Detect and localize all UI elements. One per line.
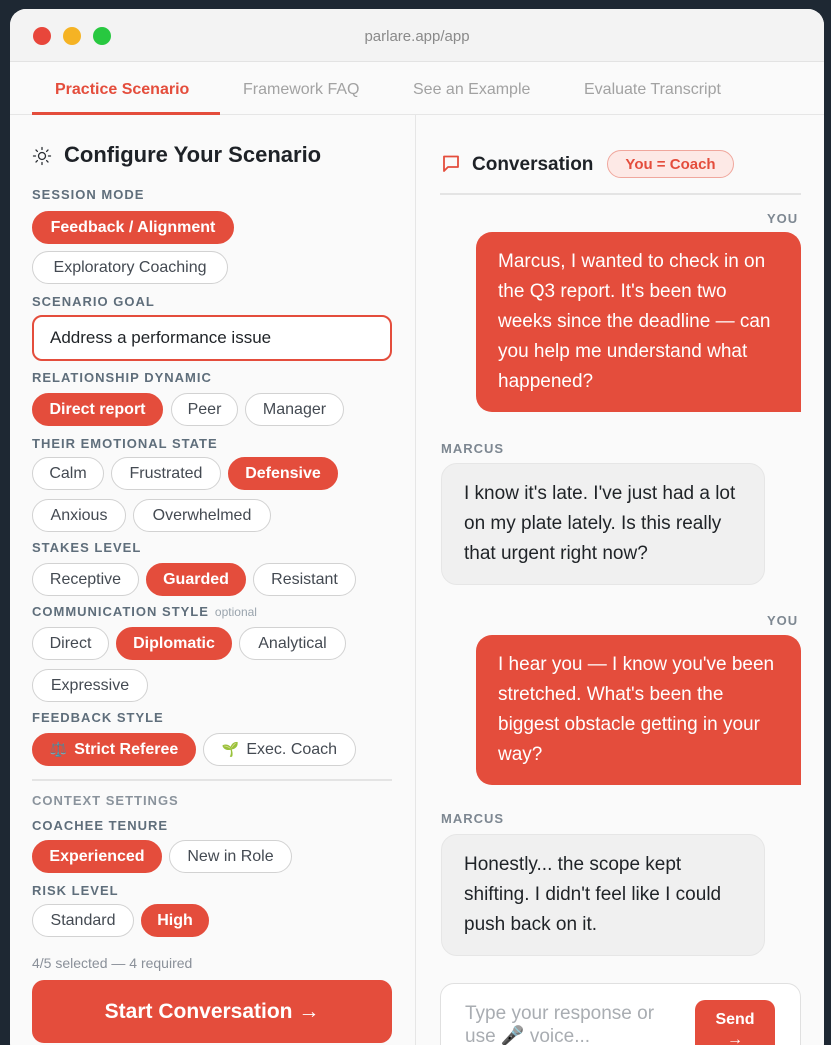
chip-guarded[interactable]: Guarded (146, 563, 246, 596)
selection-status: 4/5 selected — 4 required (32, 955, 193, 971)
communication-style-label: COMMUNICATION STYLE optional (32, 604, 257, 619)
section-divider (32, 779, 392, 781)
chip-experienced[interactable]: Experienced (32, 840, 162, 873)
optional-tag: optional (214, 605, 257, 619)
chip-frustrated[interactable]: Frustrated (111, 457, 221, 490)
speaker-label: YOU (767, 211, 799, 226)
chip-diplomatic[interactable]: Diplomatic (116, 627, 232, 660)
tab-framework-faq[interactable]: Framework FAQ (243, 81, 359, 99)
feedback-style-label: FEEDBACK STYLE (32, 710, 164, 725)
chip-calm[interactable]: Calm (32, 457, 104, 490)
chip-strict-referee-label: Strict Referee (74, 740, 179, 758)
config-title: Configure Your Scenario (64, 142, 322, 167)
send-button[interactable]: Send → (695, 1000, 775, 1045)
chip-exec-coach-label: Exec. Coach (246, 740, 338, 758)
chip-defensive[interactable]: Defensive (228, 457, 338, 490)
chip-peer[interactable]: Peer (171, 393, 238, 426)
risk-level-label: RISK LEVEL (32, 883, 119, 898)
message-bubble-other: I know it's late. I've just had a lot on… (441, 463, 765, 585)
tab-evaluate-transcript[interactable]: Evaluate Transcript (584, 81, 721, 99)
chip-standard[interactable]: Standard (32, 904, 134, 937)
chip-high[interactable]: High (141, 904, 209, 937)
tab-practice-scenario[interactable]: Practice Scenario (55, 81, 189, 99)
role-badge: You = Coach (607, 150, 734, 178)
chip-exec-coach[interactable]: 🌱 Exec. Coach (203, 733, 356, 766)
scenario-config-panel: Configure Your Scenario SESSION MODE Fee… (10, 115, 416, 1045)
message-bubble-user: Marcus, I wanted to check in on the Q3 r… (476, 232, 801, 412)
chip-anxious[interactable]: Anxious (32, 499, 126, 532)
relationship-label: RELATIONSHIP DYNAMIC (32, 370, 212, 385)
communication-style-label-text: COMMUNICATION STYLE (32, 604, 209, 619)
conversation-panel: Conversation You = Coach YOU Marcus, I w… (417, 115, 824, 1045)
sun-icon (32, 146, 52, 166)
tab-bar: Practice Scenario Framework FAQ See an E… (10, 62, 824, 115)
speaker-label: MARCUS (441, 441, 505, 456)
chip-manager[interactable]: Manager (245, 393, 344, 426)
speaker-label: MARCUS (441, 811, 505, 826)
tab-see-an-example[interactable]: See an Example (413, 81, 530, 99)
emotional-state-label: THEIR EMOTIONAL STATE (32, 436, 218, 451)
app-window: parlare.app/app Practice Scenario Framew… (10, 9, 824, 1045)
message-bubble-user: I hear you — I know you've been stretche… (476, 635, 801, 785)
chip-overwhelmed[interactable]: Overwhelmed (133, 499, 271, 532)
seedling-icon: 🌱 (221, 741, 240, 757)
chip-new-in-role[interactable]: New in Role (169, 840, 292, 873)
start-conversation-button[interactable]: Start Conversation → (32, 980, 392, 1043)
chip-receptive[interactable]: Receptive (32, 563, 139, 596)
stakes-label: STAKES LEVEL (32, 540, 142, 555)
chip-direct[interactable]: Direct (32, 627, 109, 660)
title-bar: parlare.app/app (10, 9, 824, 62)
context-settings-label: CONTEXT SETTINGS (32, 793, 179, 808)
url-text: parlare.app/app (364, 28, 470, 45)
message-bubble-other: Honestly... the scope kept shifting. I d… (441, 834, 765, 956)
scenario-goal-input[interactable]: Address a performance issue (32, 315, 392, 361)
send-button-label: Send (715, 1011, 755, 1028)
chip-feedback-alignment[interactable]: Feedback / Alignment (32, 211, 234, 244)
chip-resistant[interactable]: Resistant (253, 563, 356, 596)
chip-analytical[interactable]: Analytical (239, 627, 346, 660)
response-input[interactable]: Type your response or use 🎤 voice... (465, 1002, 685, 1045)
speaker-label: YOU (767, 613, 799, 628)
chat-bubble-icon (443, 155, 459, 172)
chip-exploratory-coaching[interactable]: Exploratory Coaching (32, 251, 228, 284)
chip-direct-report[interactable]: Direct report (32, 393, 163, 426)
conversation-title: Conversation (472, 154, 594, 175)
session-mode-label: SESSION MODE (32, 187, 145, 202)
arrow-right-icon: → (727, 1031, 743, 1045)
chip-expressive[interactable]: Expressive (32, 669, 148, 702)
conversation-divider (440, 193, 801, 195)
chip-strict-referee[interactable]: ⚖️ Strict Referee (32, 733, 196, 766)
scenario-goal-label: SCENARIO GOAL (32, 294, 155, 309)
message-composer[interactable]: Type your response or use 🎤 voice... Sen… (440, 983, 801, 1045)
scales-icon: ⚖️ (49, 741, 68, 757)
coachee-tenure-label: COACHEE TENURE (32, 818, 169, 833)
